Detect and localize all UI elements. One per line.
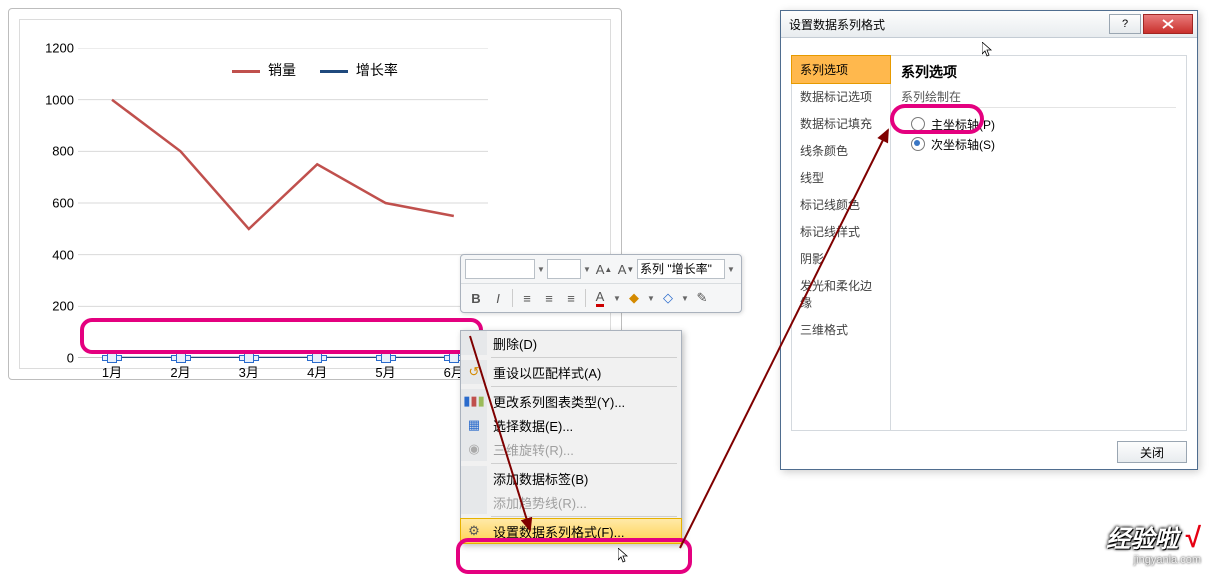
blank-icon [461, 466, 487, 490]
chevron-down-icon[interactable]: ▼ [581, 265, 593, 274]
font-size-combo[interactable] [547, 259, 581, 279]
dialog-sidebar: 系列选项 数据标记选项 数据标记填充 线条颜色 线型 标记线颜色 标记线样式 阴… [792, 56, 891, 430]
reset-icon: ↺ [461, 360, 487, 384]
y-tick: 600 [52, 196, 74, 211]
sidebar-item-line-color[interactable]: 线条颜色 [792, 137, 890, 164]
ctx-add-data-labels[interactable]: 添加数据标签(B) [461, 466, 681, 490]
y-tick: 1200 [45, 41, 74, 56]
y-tick: 200 [52, 299, 74, 314]
context-menu: 删除(D) ↺ 重设以匹配样式(A) ▮▮▮ 更改系列图表类型(Y)... ▦ … [460, 330, 682, 544]
fill-color-button[interactable]: ◆ [624, 288, 644, 308]
watermark-domain: jingyanla.com [1106, 554, 1201, 566]
dialog-title: 设置数据系列格式 [789, 16, 1107, 33]
y-axis-labels: 1200 1000 800 600 400 200 0 [38, 48, 74, 358]
ctx-label: 三维旋转(R)... [493, 440, 574, 459]
plot-area[interactable] [78, 48, 488, 358]
sidebar-item-marker-fill[interactable]: 数据标记填充 [792, 110, 890, 137]
plot-svg [78, 48, 488, 358]
chevron-down-icon[interactable]: ▼ [535, 265, 547, 274]
sidebar-item-marker-options[interactable]: 数据标记选项 [792, 83, 890, 110]
shrink-font-button[interactable]: A▼ [616, 259, 636, 279]
outline-color-button[interactable]: ◇ [658, 288, 678, 308]
sidebar-item-line-style[interactable]: 线型 [792, 164, 890, 191]
y-tick: 400 [52, 247, 74, 262]
ctx-label: 更改系列图表类型(Y)... [493, 392, 625, 411]
align-right-button[interactable]: ≡ [561, 288, 581, 308]
font-family-combo[interactable] [465, 259, 535, 279]
sidebar-item-marker-line-style[interactable]: 标记线样式 [792, 218, 890, 245]
help-button[interactable]: ? [1109, 14, 1141, 34]
sidebar-item-series-options[interactable]: 系列选项 [791, 55, 891, 84]
align-center-button[interactable]: ≡ [539, 288, 559, 308]
format-series-dialog: 设置数据系列格式 ? 系列选项 数据标记选项 数据标记填充 线条颜色 线型 标记… [780, 10, 1198, 470]
x-tick: 1月 [102, 362, 122, 381]
close-button[interactable] [1143, 14, 1193, 34]
ctx-label: 设置数据系列格式(F)... [493, 522, 624, 541]
sidebar-item-marker-line-color[interactable]: 标记线颜色 [792, 191, 890, 218]
chart-type-icon: ▮▮▮ [461, 389, 487, 413]
x-axis-labels: 1月 2月 3月 4月 5月 6月 [78, 362, 488, 382]
cursor-icon [618, 548, 630, 564]
sidebar-item-glow[interactable]: 发光和柔化边缘 [792, 272, 890, 316]
ctx-reset-style[interactable]: ↺ 重设以匹配样式(A) [461, 360, 681, 384]
ctx-format-data-series[interactable]: ⚙ 设置数据系列格式(F)... [460, 518, 682, 544]
blank-icon [461, 490, 487, 514]
content-group-label: 系列绘制在 [901, 88, 1176, 108]
radio-icon [911, 137, 925, 151]
radio-label: 次坐标轴(S) [931, 136, 995, 153]
chevron-down-icon[interactable]: ▼ [725, 265, 737, 274]
chart-plot-area[interactable]: 销量 增长率 1200 1000 800 600 400 200 0 [19, 19, 611, 369]
chevron-down-icon[interactable]: ▼ [645, 294, 657, 303]
ctx-select-data[interactable]: ▦ 选择数据(E)... [461, 413, 681, 437]
series-name-display: 系列 "增长率" [637, 259, 725, 279]
y-tick: 0 [67, 351, 74, 366]
x-tick: 2月 [170, 362, 190, 381]
sidebar-item-shadow[interactable]: 阴影 [792, 245, 890, 272]
blank-icon [461, 331, 487, 355]
format-painter-button[interactable]: ✎ [692, 288, 712, 308]
radio-label: 主坐标轴(P) [931, 116, 995, 133]
close-icon [1162, 19, 1174, 29]
align-left-button[interactable]: ≡ [517, 288, 537, 308]
watermark-brand: 经验啦 [1106, 526, 1178, 553]
select-data-icon: ▦ [461, 413, 487, 437]
chevron-down-icon[interactable]: ▼ [679, 294, 691, 303]
watermark-check-icon: √ [1186, 522, 1201, 553]
grow-font-button[interactable]: A▲ [594, 259, 614, 279]
ctx-label: 重设以匹配样式(A) [493, 363, 601, 382]
dialog-titlebar[interactable]: 设置数据系列格式 ? [781, 11, 1197, 38]
italic-button[interactable]: I [488, 288, 508, 308]
bold-button[interactable]: B [466, 288, 486, 308]
dialog-content: 系列选项 系列绘制在 主坐标轴(P) 次坐标轴(S) [891, 56, 1186, 430]
watermark: 经验啦 √ jingyanla.com [1106, 519, 1201, 566]
x-tick: 3月 [239, 362, 259, 381]
format-series-icon: ⚙ [461, 519, 487, 543]
ctx-label: 添加趋势线(R)... [493, 493, 587, 512]
ctx-label: 删除(D) [493, 334, 537, 353]
mini-toolbar: ▼ ▼ A▲ A▼ 系列 "增长率" ▼ B I ≡ ≡ ≡ A ▼ ◆ ▼ ◇… [460, 254, 742, 313]
dialog-close-button[interactable]: 关闭 [1117, 441, 1187, 463]
radio-secondary-axis[interactable]: 次坐标轴(S) [901, 134, 1176, 154]
radio-icon [911, 117, 925, 131]
x-tick: 4月 [307, 362, 327, 381]
y-tick: 1000 [45, 92, 74, 107]
ctx-label: 添加数据标签(B) [493, 469, 588, 488]
radio-primary-axis[interactable]: 主坐标轴(P) [901, 114, 1176, 134]
sidebar-item-3d-format[interactable]: 三维格式 [792, 316, 890, 343]
ctx-3d-rotate: ◉ 三维旋转(R)... [461, 437, 681, 461]
chart-container[interactable]: 销量 增长率 1200 1000 800 600 400 200 0 [8, 8, 622, 380]
chevron-down-icon[interactable]: ▼ [611, 294, 623, 303]
y-tick: 800 [52, 144, 74, 159]
font-color-button[interactable]: A [590, 288, 610, 308]
ctx-delete[interactable]: 删除(D) [461, 331, 681, 355]
x-tick: 5月 [375, 362, 395, 381]
ctx-change-chart-type[interactable]: ▮▮▮ 更改系列图表类型(Y)... [461, 389, 681, 413]
rotate-3d-icon: ◉ [461, 437, 487, 461]
content-section-title: 系列选项 [901, 62, 1176, 82]
ctx-label: 选择数据(E)... [493, 416, 573, 435]
ctx-add-trendline: 添加趋势线(R)... [461, 490, 681, 514]
